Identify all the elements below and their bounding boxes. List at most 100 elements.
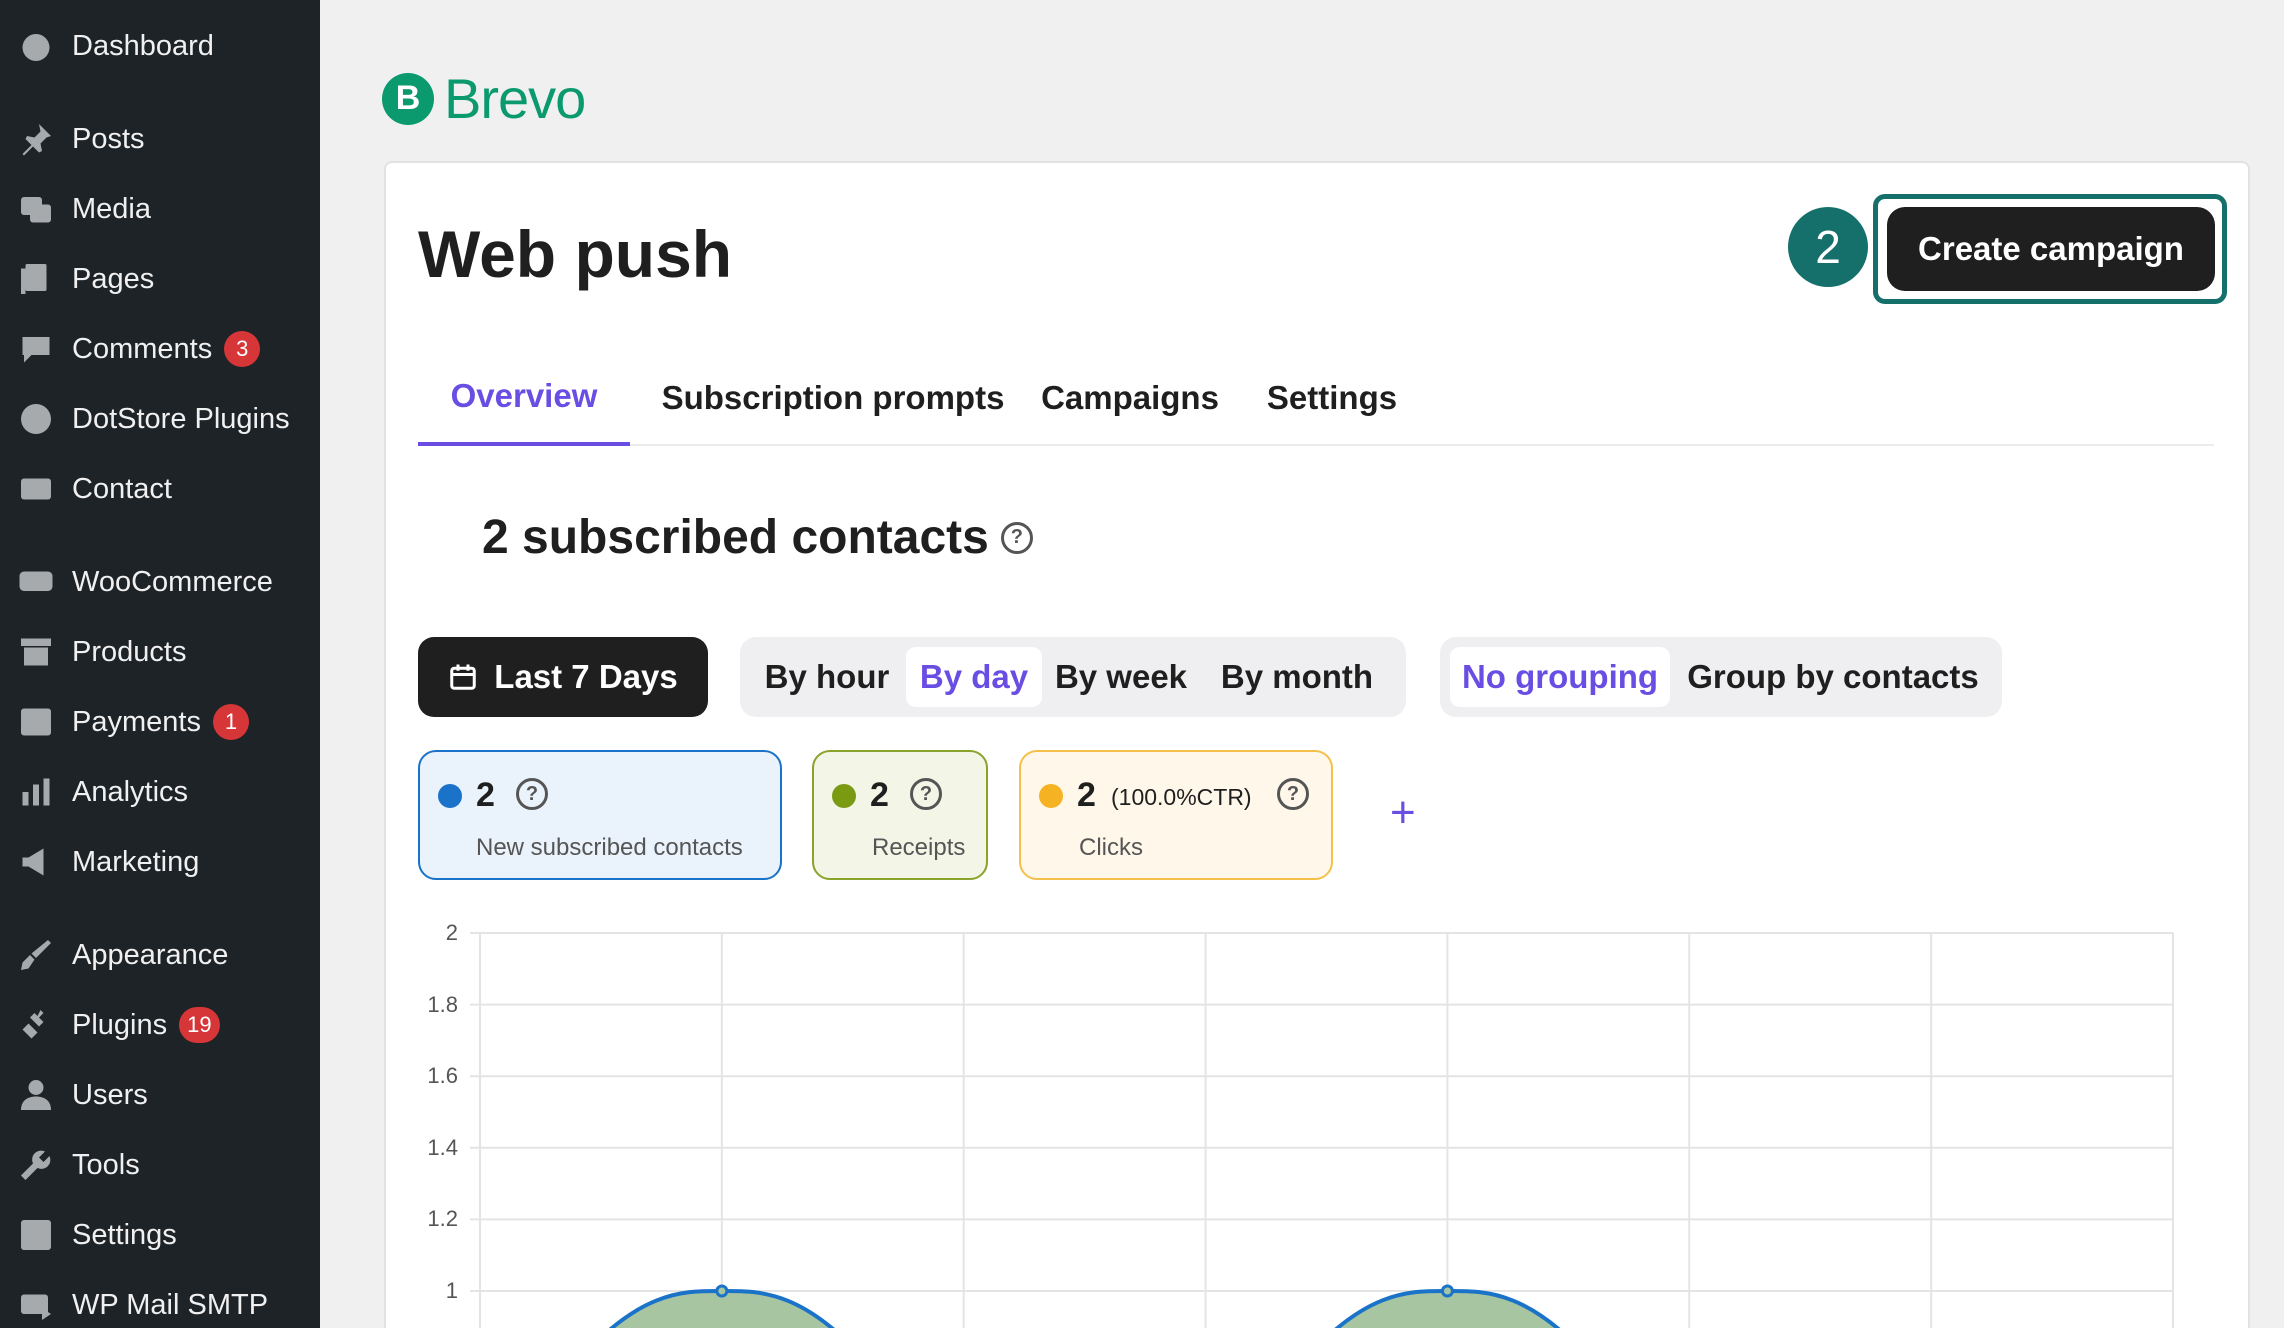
metric-label: New subscribed contacts bbox=[476, 834, 743, 861]
sidebar-item-marketing[interactable]: Marketing bbox=[0, 831, 320, 893]
data-point[interactable] bbox=[1440, 1284, 1454, 1298]
woo-icon bbox=[16, 562, 56, 602]
sidebar-item-payments[interactable]: Payments 1 bbox=[0, 691, 320, 753]
sidebar-item-tools[interactable]: Tools bbox=[0, 1134, 320, 1196]
tab-bar: Overview Subscription prompts Campaigns … bbox=[418, 350, 2214, 446]
sidebar-item-media[interactable]: Media bbox=[0, 178, 320, 240]
granularity-toggle: By hour By day By week By month bbox=[740, 637, 1406, 717]
stats-chart: 2 1.8 1.6 1.4 1.2 1 bbox=[418, 910, 2184, 1328]
plug-icon bbox=[16, 1005, 56, 1045]
notification-badge: 1 bbox=[212, 704, 249, 740]
y-tick-label: 1.6 bbox=[427, 1063, 458, 1089]
sidebar-item-plugins[interactable]: Plugins 19 bbox=[0, 994, 320, 1056]
sidebar-item-label: Settings bbox=[72, 1218, 177, 1251]
by-month-option[interactable]: By month bbox=[1202, 647, 1392, 707]
sidebar-item-label: Comments bbox=[72, 332, 213, 365]
sidebar-item-label: Users bbox=[72, 1078, 148, 1111]
bar-chart-icon bbox=[16, 772, 56, 812]
sidebar-item-label: Contact bbox=[72, 472, 172, 505]
by-week-option[interactable]: By week bbox=[1048, 647, 1194, 707]
subscribed-summary: 2 subscribed contacts ? bbox=[482, 510, 1033, 565]
pages-icon bbox=[16, 259, 56, 299]
create-campaign-button[interactable]: Create campaign bbox=[1887, 207, 2215, 291]
sidebar-item-users[interactable]: Users bbox=[0, 1064, 320, 1126]
help-icon[interactable]: ? bbox=[910, 778, 942, 810]
date-range-label: Last 7 Days bbox=[494, 658, 678, 695]
series-dot-icon bbox=[438, 784, 462, 808]
add-metric-button[interactable]: + bbox=[1390, 788, 1416, 838]
y-tick-label: 1.4 bbox=[427, 1134, 458, 1160]
tab-overview[interactable]: Overview bbox=[418, 350, 630, 446]
comment-icon bbox=[16, 329, 56, 369]
y-tick-label: 1.2 bbox=[427, 1206, 458, 1232]
wrench-icon bbox=[16, 1145, 56, 1185]
step-badge: 2 bbox=[1788, 207, 1868, 287]
dollar-icon bbox=[16, 702, 56, 742]
sidebar-item-contact[interactable]: Contact bbox=[0, 458, 320, 520]
help-icon[interactable]: ? bbox=[1277, 778, 1309, 810]
sidebar-item-label: Analytics bbox=[72, 775, 189, 808]
date-range-button[interactable]: Last 7 Days bbox=[418, 637, 708, 717]
metric-value: 2 bbox=[476, 776, 495, 814]
help-icon[interactable]: ? bbox=[1000, 521, 1033, 554]
sidebar-item-analytics[interactable]: Analytics bbox=[0, 761, 320, 823]
y-tick-label: 1.8 bbox=[427, 991, 458, 1017]
tab-campaigns[interactable]: Campaigns bbox=[1030, 350, 1230, 446]
sidebar-item-dotstore-plugins[interactable]: DotStore Plugins bbox=[0, 388, 320, 450]
admin-sidebar: Dashboard Posts Media Pages Comments 3 DotStor… bbox=[0, 0, 320, 1328]
series-dot-icon bbox=[832, 784, 856, 808]
sidebar-item-settings[interactable]: Settings bbox=[0, 1204, 320, 1266]
chart-svg bbox=[470, 932, 2174, 1328]
data-point[interactable] bbox=[715, 1284, 729, 1298]
sidebar-item-label: Media bbox=[72, 192, 151, 225]
sidebar-item-label: WP Mail SMTP bbox=[72, 1288, 269, 1321]
group-by-contacts-option[interactable]: Group by contacts bbox=[1680, 647, 1986, 707]
tab-settings[interactable]: Settings bbox=[1250, 350, 1414, 446]
sidebar-item-wp-mail-smtp[interactable]: WP Mail SMTP bbox=[0, 1274, 320, 1328]
y-tick-label: 1 bbox=[445, 1278, 458, 1303]
y-tick-label: 2 bbox=[445, 920, 458, 945]
sidebar-item-label: Payments bbox=[72, 705, 201, 738]
no-grouping-option[interactable]: No grouping bbox=[1450, 647, 1670, 707]
sidebar-item-label: Posts bbox=[72, 122, 145, 155]
brevo-logo-text: Brevo bbox=[444, 67, 586, 130]
sidebar-item-appearance[interactable]: Appearance bbox=[0, 924, 320, 986]
page-title: Web push bbox=[418, 217, 733, 291]
help-icon[interactable]: ? bbox=[516, 778, 548, 810]
notification-badge: 19 bbox=[179, 1007, 220, 1043]
sidebar-item-label: WooCommerce bbox=[72, 565, 273, 598]
metric-new-subscribed[interactable]: 2 ? New subscribed contacts bbox=[418, 750, 782, 880]
metric-ctr: (100.0%CTR) bbox=[1111, 784, 1252, 810]
sidebar-item-dashboard[interactable]: Dashboard bbox=[0, 15, 320, 77]
sidebar-item-label: Marketing bbox=[72, 845, 200, 878]
brevo-logo: B Brevo bbox=[382, 66, 586, 131]
media-icon bbox=[16, 189, 56, 229]
dashboard-icon bbox=[16, 26, 56, 66]
settings-icon bbox=[16, 1215, 56, 1255]
circle-icon bbox=[16, 399, 56, 439]
metric-value: 2 bbox=[1077, 776, 1096, 814]
tab-subscription-prompts[interactable]: Subscription prompts bbox=[658, 350, 1008, 446]
metric-label: Receipts bbox=[872, 834, 966, 861]
metric-receipts[interactable]: 2 ? Receipts bbox=[812, 750, 988, 880]
pin-icon bbox=[16, 119, 56, 159]
metric-value: 2 bbox=[870, 776, 889, 814]
sidebar-item-label: Appearance bbox=[72, 938, 229, 971]
user-icon bbox=[16, 1075, 56, 1115]
sidebar-item-pages[interactable]: Pages bbox=[0, 248, 320, 310]
metric-clicks[interactable]: 2 (100.0%CTR) ? Clicks bbox=[1019, 750, 1333, 880]
series-dot-icon bbox=[1039, 784, 1063, 808]
sidebar-item-woocommerce[interactable]: WooCommerce bbox=[0, 551, 320, 613]
archive-icon bbox=[16, 632, 56, 672]
sidebar-item-products[interactable]: Products bbox=[0, 621, 320, 683]
by-hour-option[interactable]: By hour bbox=[754, 647, 900, 707]
sidebar-item-posts[interactable]: Posts bbox=[0, 108, 320, 170]
notification-badge: 3 bbox=[224, 331, 261, 367]
by-day-option[interactable]: By day bbox=[906, 647, 1042, 707]
megaphone-icon bbox=[16, 842, 56, 882]
sidebar-item-comments[interactable]: Comments 3 bbox=[0, 318, 320, 380]
metric-label: Clicks bbox=[1079, 834, 1143, 861]
mail-icon bbox=[16, 469, 56, 509]
sidebar-item-label: Dashboard bbox=[72, 29, 214, 62]
sidebar-item-label: DotStore Plugins bbox=[72, 402, 290, 435]
